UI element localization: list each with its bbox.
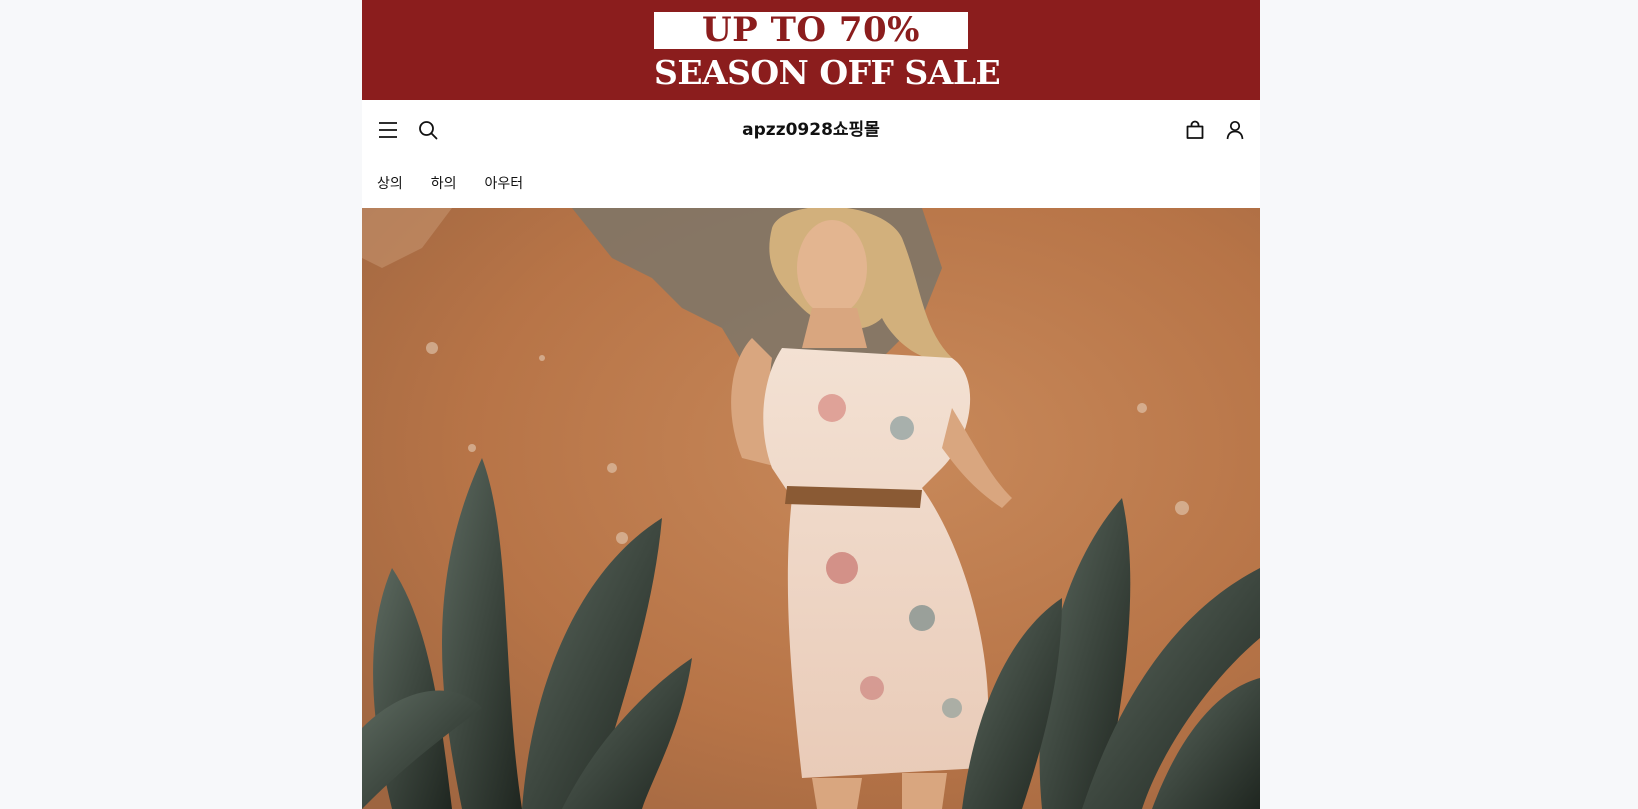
promo-headline: UP TO 70% [654, 12, 968, 49]
logo-link[interactable]: apzz0928쇼핑몰 [742, 120, 880, 140]
site-logo: apzz0928쇼핑몰 [362, 118, 1260, 142]
promo-banner[interactable]: UP TO 70% SEASON OFF SALE [362, 0, 1260, 100]
category-nav: 상의 하의 아우터 [362, 160, 1260, 208]
category-outer[interactable]: 아우터 [485, 174, 524, 194]
shopping-bag-icon [1186, 120, 1204, 139]
user-icon [1226, 120, 1244, 140]
category-bottoms[interactable]: 하의 [431, 174, 457, 194]
category-tops[interactable]: 상의 [377, 174, 403, 194]
hero-banner[interactable] [362, 208, 1260, 809]
hero-image [362, 208, 1260, 809]
mobile-shop-page: UP TO 70% SEASON OFF SALE apzz0928쇼핑몰 상의… [362, 0, 1260, 809]
site-header: apzz0928쇼핑몰 [362, 100, 1260, 160]
cart-button[interactable] [1183, 118, 1207, 142]
account-button[interactable] [1223, 118, 1247, 142]
promo-subheadline: SEASON OFF SALE [654, 53, 1001, 92]
